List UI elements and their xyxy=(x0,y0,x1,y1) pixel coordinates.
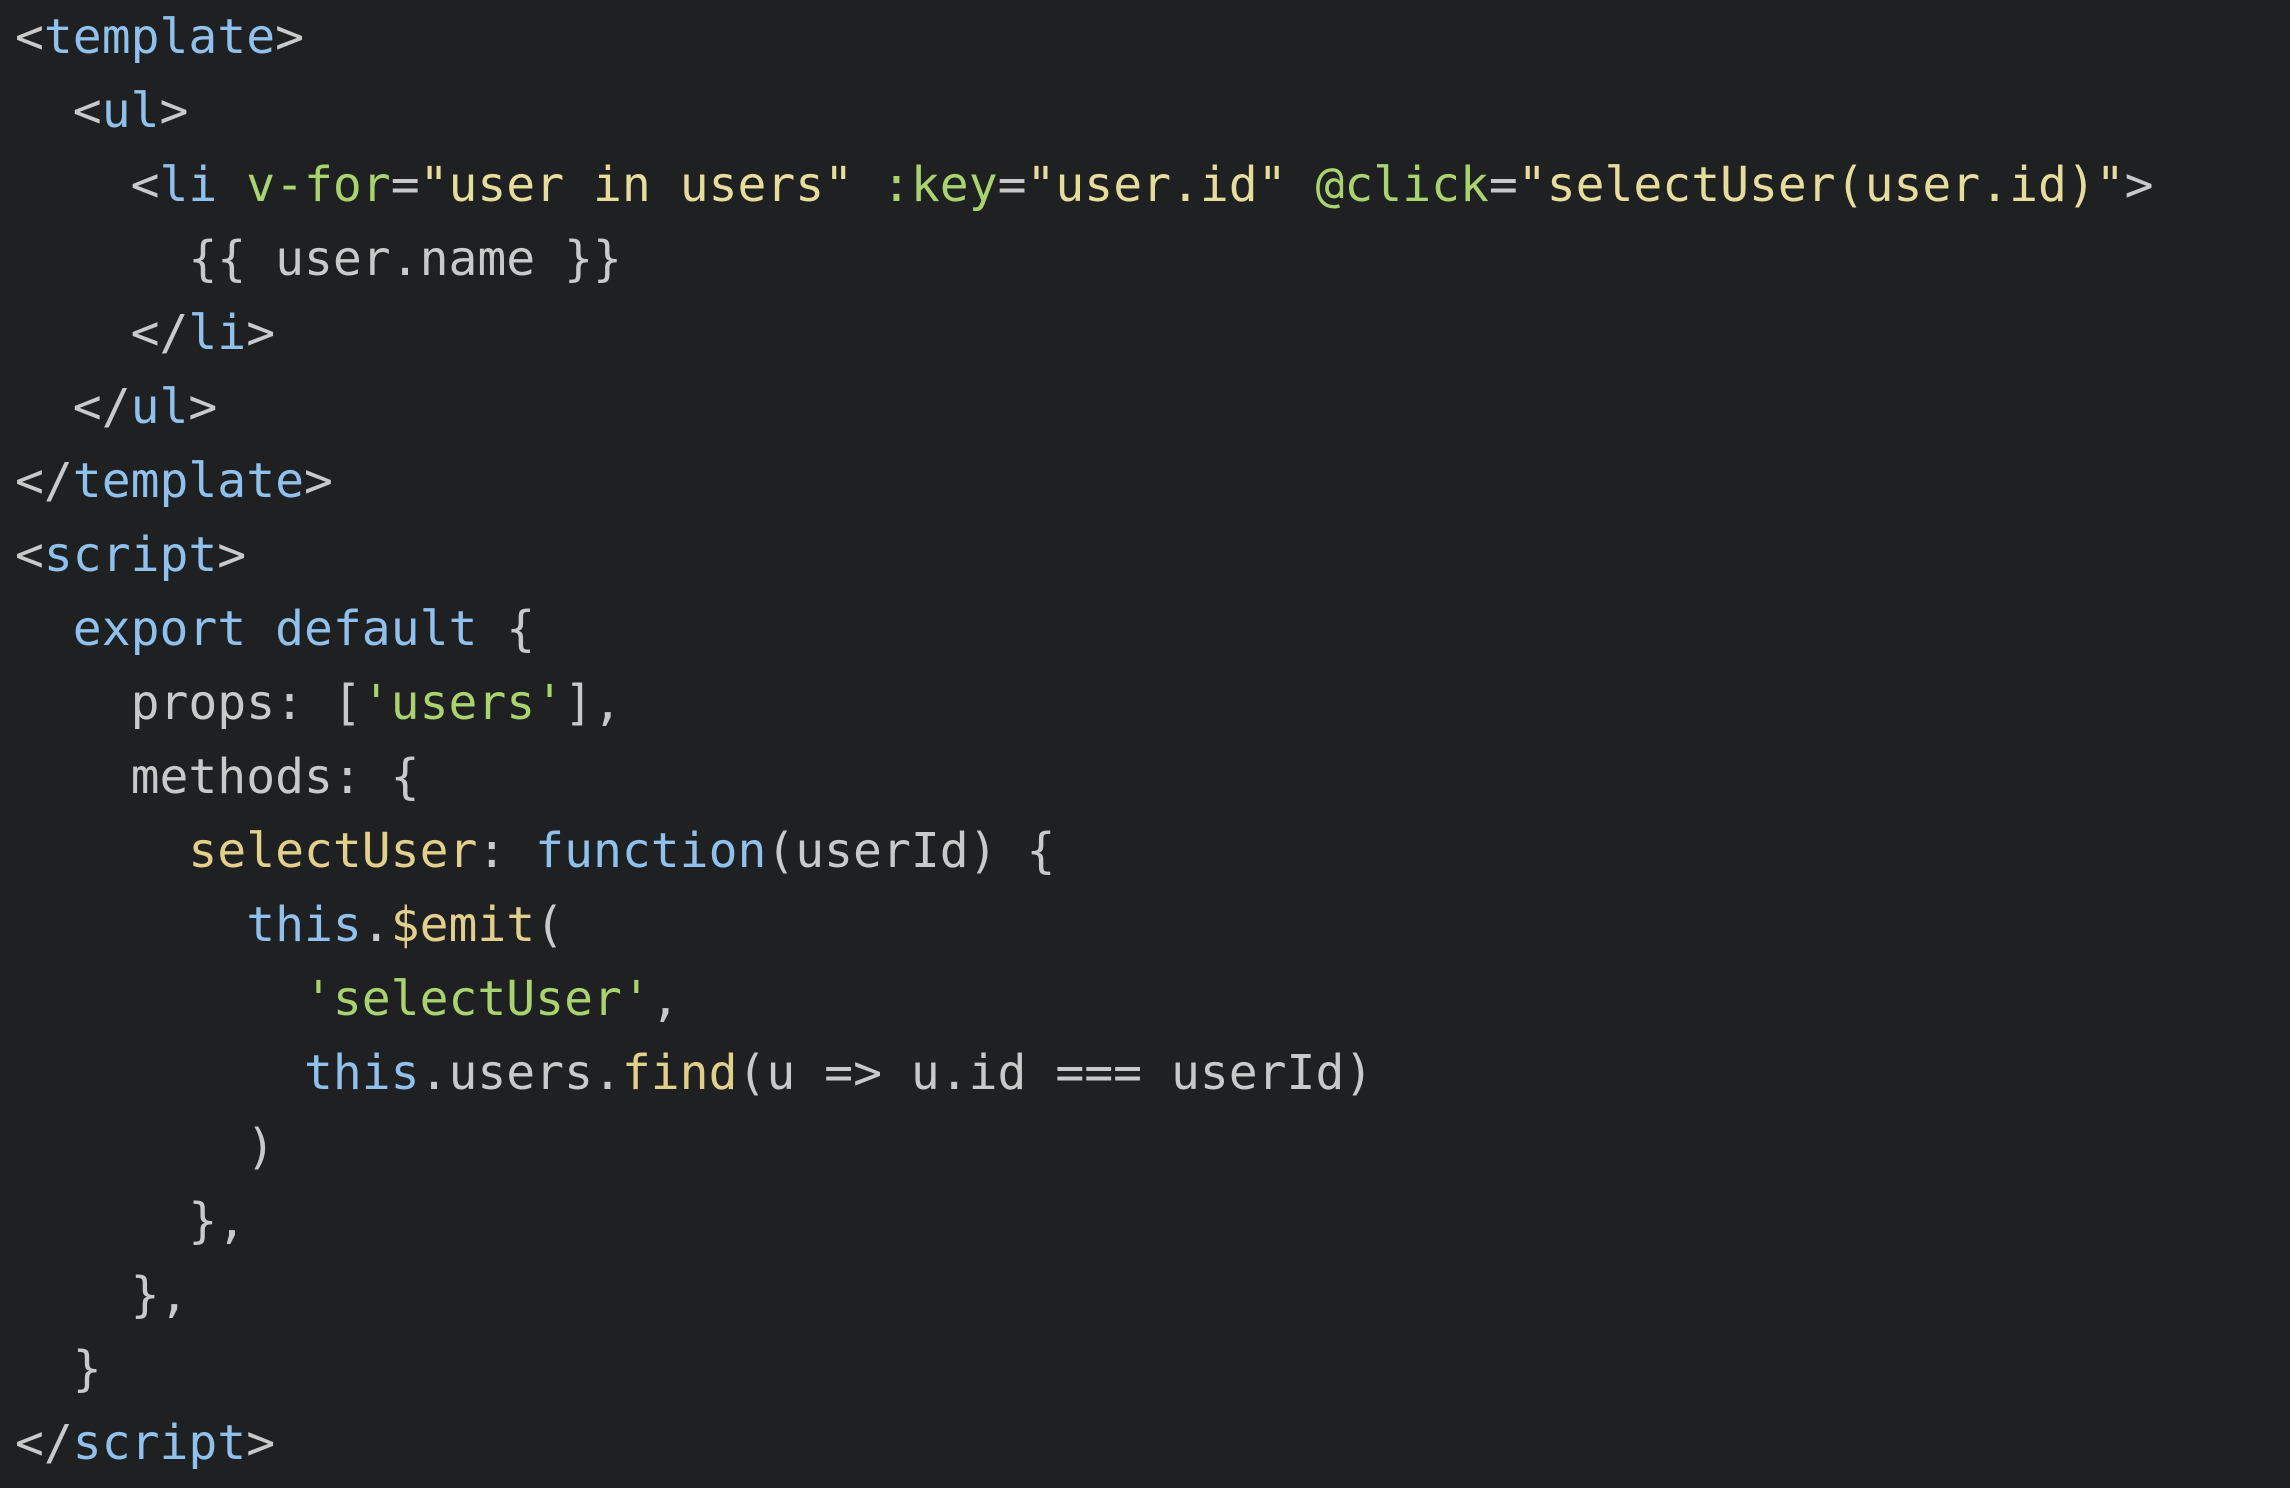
code-token-plain: methods: { xyxy=(15,749,420,805)
code-token-string: "selectUser(user.id)" xyxy=(1517,157,2125,213)
code-token-punct: > xyxy=(275,9,304,65)
code-token-keyword: this xyxy=(303,1045,420,1101)
code-line[interactable]: {{ user.name }} xyxy=(15,222,2290,296)
code-token-tag: li xyxy=(188,305,247,361)
code-line[interactable]: } xyxy=(15,1332,2290,1406)
code-token-plain: (u => u.id === userId) xyxy=(737,1045,1374,1101)
code-token-plain: ) xyxy=(15,1119,276,1175)
code-token-punct: < xyxy=(72,83,102,139)
code-token-plain: { xyxy=(477,601,536,657)
code-token-plain: (userId) { xyxy=(766,823,1056,879)
code-token-punct: </ xyxy=(72,379,131,435)
code-line[interactable]: this.$emit( xyxy=(15,888,2290,962)
code-line[interactable]: 'selectUser', xyxy=(15,962,2290,1036)
code-token-plain: } xyxy=(15,1341,102,1397)
code-token-punct: = xyxy=(997,157,1027,213)
code-token-keyword: default xyxy=(275,601,478,657)
code-line[interactable]: </ul> xyxy=(15,370,2290,444)
code-token-punct: </ xyxy=(15,453,73,509)
code-token-punct: > xyxy=(2124,157,2154,213)
code-block[interactable]: <template> <ul> <li v-for="user in users… xyxy=(15,0,2290,1480)
code-token-func: find xyxy=(621,1045,738,1101)
code-token-tag: li xyxy=(159,157,218,213)
code-line[interactable]: ) xyxy=(15,1110,2290,1184)
code-token-tag: ul xyxy=(130,379,189,435)
code-line[interactable]: <template> xyxy=(15,0,2290,74)
code-token-punct: > xyxy=(246,305,276,361)
code-token-punct: > xyxy=(246,1415,276,1471)
code-line[interactable]: selectUser: function(userId) { xyxy=(15,814,2290,888)
code-token-js_string: 'selectUser' xyxy=(303,971,651,1027)
code-token-keyword: this xyxy=(246,897,362,953)
code-token-tag: script xyxy=(43,527,218,583)
code-token-js_string: 'users' xyxy=(361,675,565,731)
code-token-func: selectUser xyxy=(188,823,478,879)
code-token-tag: template xyxy=(43,9,276,65)
code-token-attr: @click xyxy=(1315,157,1489,213)
code-token-string: "user in users" xyxy=(419,157,854,213)
code-token-punct: </ xyxy=(130,305,189,361)
code-token-plain: . xyxy=(361,897,391,953)
code-token-punct: </ xyxy=(15,1415,73,1471)
code-token-plain: .users. xyxy=(419,1045,622,1101)
code-token-plain: : xyxy=(477,823,536,879)
code-token-punct: > xyxy=(159,83,189,139)
code-token-plain: }, xyxy=(15,1267,189,1323)
code-token-plain: ( xyxy=(535,897,565,953)
code-line[interactable]: }, xyxy=(15,1258,2290,1332)
code-token-plain: , xyxy=(650,971,680,1027)
code-token-string: "user.id" xyxy=(1026,157,1287,213)
code-line[interactable]: </template> xyxy=(15,444,2290,518)
code-token-keyword: export xyxy=(72,601,247,657)
code-token-plain: {{ user.name }} xyxy=(15,231,622,287)
code-token-func: $emit xyxy=(390,897,536,953)
code-token-tag: template xyxy=(72,453,304,509)
code-editor[interactable]: <template> <ul> <li v-for="user in users… xyxy=(0,0,2290,1488)
code-line[interactable]: <script> xyxy=(15,518,2290,592)
code-token-punct: > xyxy=(217,527,247,583)
code-token-punct: < xyxy=(130,157,160,213)
code-line[interactable]: export default { xyxy=(15,592,2290,666)
code-token-punct: = xyxy=(390,157,420,213)
code-token-attr: v-for xyxy=(246,157,391,213)
code-token-punct: < xyxy=(15,9,44,65)
code-line[interactable]: </li> xyxy=(15,296,2290,370)
code-line[interactable]: <ul> xyxy=(15,74,2290,148)
code-token-keyword: function xyxy=(535,823,767,879)
code-token-tag: ul xyxy=(101,83,160,139)
code-line[interactable]: props: ['users'], xyxy=(15,666,2290,740)
code-token-punct: > xyxy=(303,453,333,509)
code-token-punct: > xyxy=(188,379,218,435)
code-token-attr: :key xyxy=(882,157,998,213)
code-line[interactable]: methods: { xyxy=(15,740,2290,814)
code-token-plain: props: [ xyxy=(15,675,362,731)
code-token-plain: }, xyxy=(15,1193,247,1249)
code-token-punct: < xyxy=(15,527,44,583)
code-token-tag: script xyxy=(72,1415,247,1471)
code-line[interactable]: }, xyxy=(15,1184,2290,1258)
code-token-punct: = xyxy=(1488,157,1518,213)
code-line[interactable]: <li v-for="user in users" :key="user.id"… xyxy=(15,148,2290,222)
code-line[interactable]: this.users.find(u => u.id === userId) xyxy=(15,1036,2290,1110)
code-line[interactable]: </script> xyxy=(15,1406,2290,1480)
code-token-plain: ], xyxy=(564,675,622,731)
